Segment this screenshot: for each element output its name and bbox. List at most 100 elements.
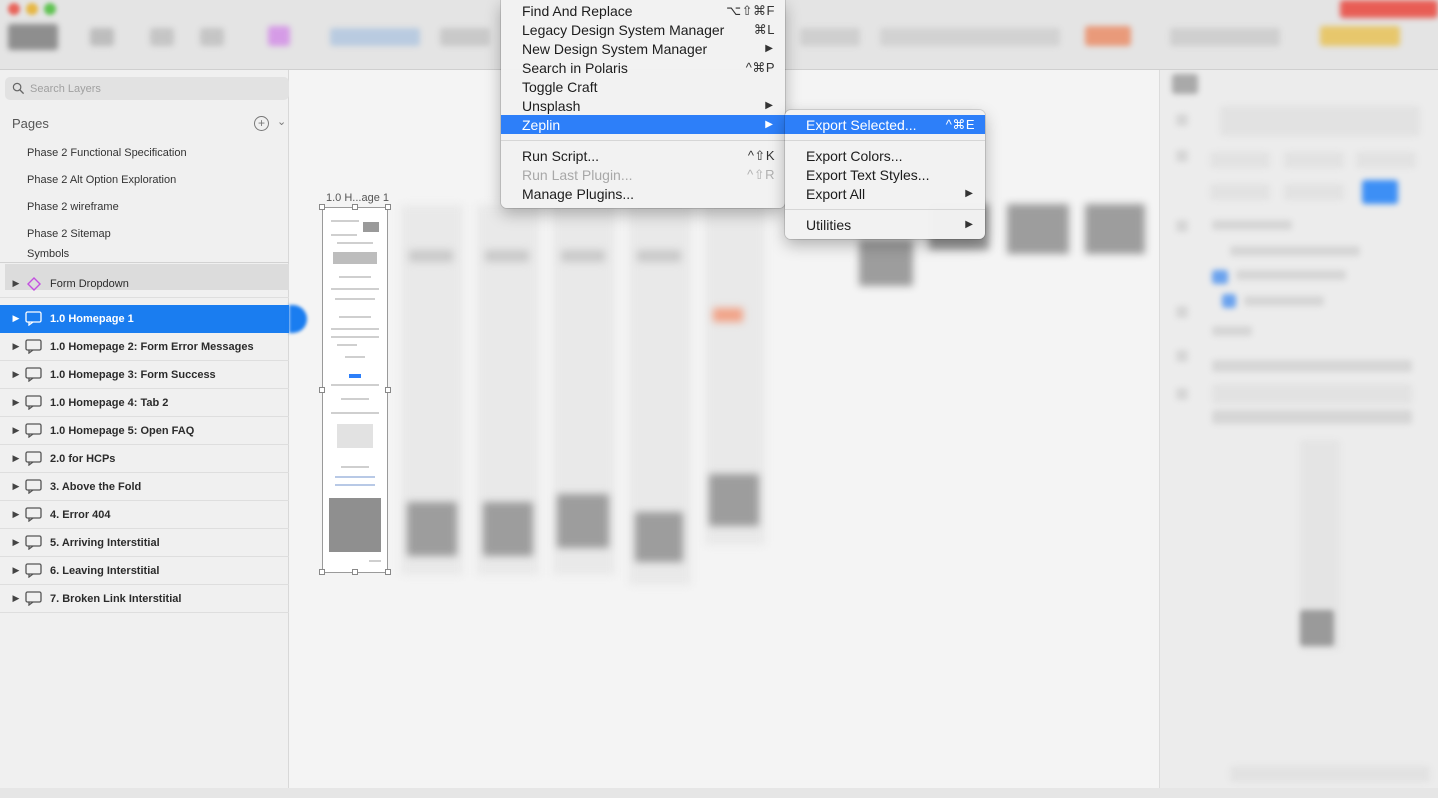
disclosure-triangle-icon[interactable]: ▶ [8,369,24,380]
disclosure-triangle-icon[interactable]: ▶ [8,341,24,352]
search-layers-input[interactable] [30,82,270,95]
layer-row-artboard[interactable]: ▶ 3. Above the Fold [0,473,289,501]
artboard-title[interactable]: 1.0 H...age 1 [326,192,389,204]
toolbar-tool-icon[interactable] [268,26,290,46]
layer-name: 5. Arriving Interstitial [50,536,160,549]
menu-item-search-in-polaris[interactable]: Search in Polaris ^⌘P [501,58,785,77]
inspector-panel [1159,70,1438,788]
artboard-icon [24,507,44,523]
disclosure-triangle-icon[interactable]: ▶ [8,425,24,436]
shortcut: ^⌘E [945,116,975,132]
page-item[interactable]: Symbols [5,244,289,264]
minimize-window-icon[interactable] [26,3,38,15]
zeplin-submenu: Export Selected... ^⌘E Export Colors... … [785,110,985,239]
toolbar-tool-icon[interactable] [330,28,420,46]
chevron-down-icon[interactable]: ⌄ [277,115,286,128]
layer-row-artboard[interactable]: ▶ 6. Leaving Interstitial [0,557,289,585]
plugins-menu: Find And Replace ⌥⇧⌘F Legacy Design Syst… [501,0,785,208]
disclosure-triangle-icon[interactable]: ▶ [8,481,24,492]
toolbar-tool-icon[interactable] [440,28,490,46]
menu-item-export-selected[interactable]: Export Selected... ^⌘E [785,115,985,134]
toolbar-tool-icon[interactable] [90,28,114,46]
shortcut: ⌘L [753,21,775,37]
toolbar-tool-icon[interactable] [150,28,174,46]
submenu-arrow-icon: ▶ [965,188,973,199]
toolbar-tool-icon[interactable] [1340,0,1438,18]
page-item[interactable]: Phase 2 wireframe [5,194,289,220]
layer-row-artboard[interactable]: ▶ 1.0 Homepage 3: Form Success [0,361,289,389]
page-item[interactable]: Phase 2 Functional Specification [5,140,289,166]
page-item[interactable]: Phase 2 Alt Option Exploration [5,167,289,193]
menu-item-label: Zeplin [522,116,561,133]
menu-item-label: Utilities [806,216,852,233]
menu-item-toggle-craft[interactable]: Toggle Craft [501,77,785,96]
menu-item-label: Search in Polaris [522,59,628,76]
artboard-icon [24,395,44,411]
menu-item-legacy-design-system-manager[interactable]: Legacy Design System Manager ⌘L [501,20,785,39]
toolbar-tool-icon[interactable] [880,28,1060,46]
disclosure-triangle-icon[interactable]: ▶ [8,397,24,408]
menu-item-unsplash[interactable]: Unsplash ▶ [501,96,785,115]
disclosure-triangle-icon[interactable]: ▶ [8,537,24,548]
artboard-icon [24,311,44,327]
menu-item-new-design-system-manager[interactable]: New Design System Manager ▶ [501,39,785,58]
layer-row-artboard[interactable]: ▶ 2.0 for HCPs [0,445,289,473]
layer-row-artboard[interactable]: ▶ 1.0 Homepage 2: Form Error Messages [0,333,289,361]
menu-item-label: Export Selected... [806,116,917,133]
menu-item-label: Run Last Plugin... [522,166,633,183]
layer-row-artboard[interactable]: ▶ 1.0 Homepage 4: Tab 2 [0,389,289,417]
layer-row-artboard[interactable]: ▶ 5. Arriving Interstitial [0,529,289,557]
layer-name: 1.0 Homepage 5: Open FAQ [50,424,195,437]
submenu-arrow-icon: ▶ [765,43,773,54]
menu-item-label: Export Text Styles... [806,166,930,183]
menu-item-label: Run Script... [522,147,600,164]
search-layers-field[interactable] [5,77,289,100]
disclosure-triangle-icon[interactable]: ▶ [8,313,24,324]
layer-row-artboard[interactable]: ▶ 4. Error 404 [0,501,289,529]
add-page-icon[interactable]: + [254,116,269,131]
menu-item-label: Find And Replace [522,2,633,19]
artboard-icon [24,479,44,495]
toolbar-tool-icon[interactable] [200,28,224,46]
selected-artboard[interactable] [319,204,391,575]
toolbar-tool-icon[interactable] [800,28,860,46]
status-bar [0,788,1438,798]
artboard-icon [24,535,44,551]
toolbar-tool-icon[interactable] [1085,26,1131,46]
layer-row-symbol[interactable]: ▶ Form Dropdown [0,270,289,298]
close-window-icon[interactable] [8,3,20,15]
toolbar-tool-icon[interactable] [1170,28,1280,46]
insert-tool-icon[interactable] [8,24,58,50]
layer-name: 1.0 Homepage 4: Tab 2 [50,396,169,409]
menu-item-run-script[interactable]: Run Script... ^⇧K [501,146,785,165]
disclosure-triangle-icon[interactable]: ▶ [8,278,24,289]
submenu-arrow-icon: ▶ [965,219,973,230]
layer-row-artboard[interactable]: ▶ 1.0 Homepage 1 [0,305,289,333]
artboard-icon [24,451,44,467]
layer-name: 1.0 Homepage 3: Form Success [50,368,216,381]
menu-item-zeplin[interactable]: Zeplin ▶ [501,115,785,134]
disclosure-triangle-icon[interactable]: ▶ [8,509,24,520]
artboard-icon [24,591,44,607]
disclosure-triangle-icon[interactable]: ▶ [8,453,24,464]
layer-name: 3. Above the Fold [50,480,142,493]
disclosure-triangle-icon[interactable]: ▶ [8,565,24,576]
menu-separator [501,140,785,141]
menu-separator [785,209,985,210]
menu-item-find-and-replace[interactable]: Find And Replace ⌥⇧⌘F [501,1,785,20]
shortcut: ^⌘P [745,59,775,75]
layer-row-artboard[interactable]: ▶ 7. Broken Link Interstitial [0,585,289,613]
symbol-icon [24,276,44,292]
menu-item-export-colors[interactable]: Export Colors... [785,146,985,165]
artboard-icon [24,339,44,355]
zoom-window-icon[interactable] [44,3,56,15]
layer-row-artboard[interactable]: ▶ 1.0 Homepage 5: Open FAQ [0,417,289,445]
menu-item-export-all[interactable]: Export All ▶ [785,184,985,203]
menu-item-run-last-plugin: Run Last Plugin... ^⇧R [501,165,785,184]
artboard-icon [24,367,44,383]
menu-item-export-text-styles[interactable]: Export Text Styles... [785,165,985,184]
disclosure-triangle-icon[interactable]: ▶ [8,593,24,604]
toolbar-tool-icon[interactable] [1320,26,1400,46]
menu-item-utilities[interactable]: Utilities ▶ [785,215,985,234]
menu-item-manage-plugins[interactable]: Manage Plugins... [501,184,785,203]
